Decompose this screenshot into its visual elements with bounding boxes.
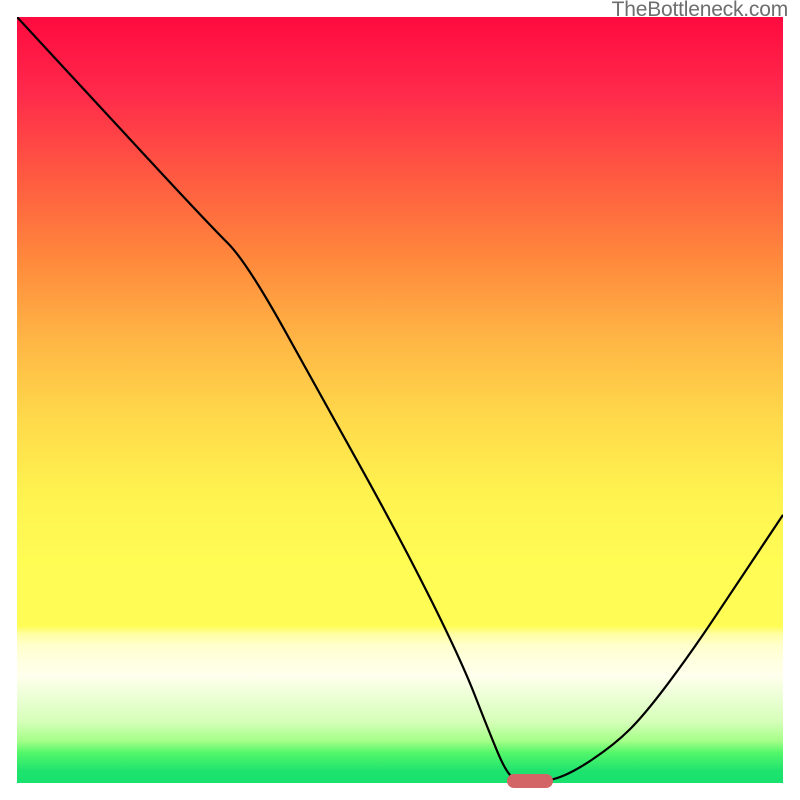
optimal-range-marker: [507, 774, 553, 788]
bottleneck-chart: TheBottleneck.com: [0, 0, 800, 800]
watermark-text: TheBottleneck.com: [612, 0, 788, 22]
chart-curve-layer: [17, 17, 783, 783]
bottleneck-curve-path: [17, 17, 783, 783]
